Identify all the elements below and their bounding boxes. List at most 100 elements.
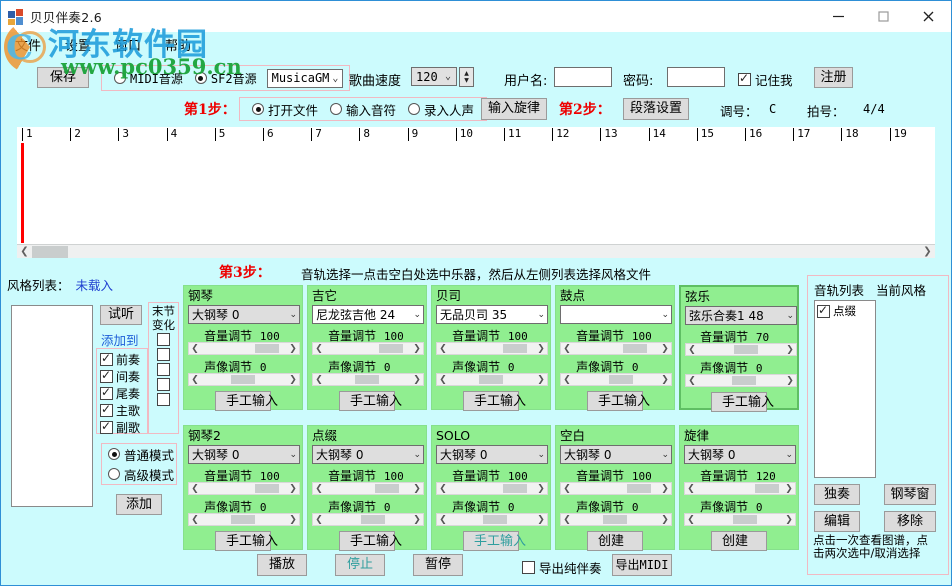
slider-right-icon[interactable]: ❯ <box>535 514 547 525</box>
track-action-button[interactable]: 手工输入 <box>339 531 395 551</box>
pan-slider[interactable]: ❮❯ <box>560 373 672 386</box>
slider-right-icon[interactable]: ❯ <box>659 343 671 354</box>
slider-right-icon[interactable]: ❯ <box>287 374 299 385</box>
volume-slider[interactable]: ❮❯ <box>560 482 672 495</box>
slider-left-icon[interactable]: ❮ <box>686 375 698 386</box>
volume-slider[interactable]: ❮❯ <box>436 342 548 355</box>
piano-window-button[interactable]: 钢琴窗 <box>884 484 936 505</box>
slider-left-icon[interactable]: ❮ <box>561 514 573 525</box>
menu-item-help[interactable]: 帮助 <box>155 33 201 56</box>
pan-slider-thumb[interactable] <box>603 515 627 524</box>
pan-slider-thumb[interactable] <box>609 375 633 384</box>
pan-slider-thumb[interactable] <box>361 515 385 524</box>
remember-me-checkbox[interactable]: 记住我 <box>738 70 793 89</box>
track-action-button[interactable]: 手工输入 <box>463 391 519 411</box>
volume-slider-thumb[interactable] <box>255 484 279 493</box>
instrument-select[interactable]: 弦乐合奏1 48⌄ <box>685 306 797 325</box>
instrument-panel[interactable]: 空白大钢琴 0⌄音量调节 100❮❯声像调节 0❮❯创建 <box>555 425 675 550</box>
instrument-select[interactable]: 大钢琴 0⌄ <box>188 305 300 324</box>
scroll-left-icon[interactable]: ❮ <box>17 245 32 259</box>
slider-left-icon[interactable]: ❮ <box>685 514 697 525</box>
instrument-panel[interactable]: 鼓点⌄音量调节 100❮❯声像调节 0❮❯手工输入 <box>555 285 675 410</box>
volume-slider[interactable]: ❮❯ <box>685 343 797 356</box>
section-settings-button[interactable]: 段落设置 <box>623 98 689 120</box>
remove-button[interactable]: 移除 <box>884 511 936 532</box>
slider-right-icon[interactable]: ❯ <box>535 483 547 494</box>
volume-slider[interactable]: ❮❯ <box>188 482 300 495</box>
track-canvas[interactable]: 12345678910111213141516171819 <box>17 127 935 249</box>
play-button[interactable]: 播放 <box>257 554 307 576</box>
instrument-panel[interactable]: 点缀大钢琴 0⌄音量调节 100❮❯声像调节 0❮❯手工输入 <box>307 425 427 550</box>
track-action-button[interactable]: 手工输入 <box>215 531 271 551</box>
save-button[interactable]: 保存 <box>37 67 89 88</box>
password-input[interactable] <box>667 67 725 87</box>
volume-slider-thumb[interactable] <box>503 484 527 493</box>
radio-sf2-source[interactable]: SF2音源 <box>195 70 257 87</box>
volume-slider[interactable]: ❮❯ <box>436 482 548 495</box>
last-bar-checkbox-5[interactable] <box>157 393 170 406</box>
volume-slider[interactable]: ❮❯ <box>188 342 300 355</box>
slider-left-icon[interactable]: ❮ <box>313 343 325 354</box>
track-action-button[interactable]: 创建 <box>711 531 767 551</box>
volume-slider-thumb[interactable] <box>379 344 403 353</box>
pan-slider[interactable]: ❮❯ <box>560 513 672 526</box>
style-file-listbox[interactable] <box>11 305 93 507</box>
export-pure-accompaniment-checkbox[interactable]: 导出纯伴奏 <box>522 558 602 577</box>
add-to-target-checkbox[interactable]: 主歌 <box>100 402 144 419</box>
export-midi-button[interactable]: 导出MIDI <box>612 554 672 576</box>
pan-slider[interactable]: ❮❯ <box>685 374 797 387</box>
volume-slider[interactable]: ❮❯ <box>560 342 672 355</box>
volume-slider-thumb[interactable] <box>623 344 647 353</box>
register-button[interactable]: 注册 <box>814 67 853 88</box>
pause-button[interactable]: 暂停 <box>413 554 463 576</box>
last-bar-checkbox-4[interactable] <box>157 378 170 391</box>
slider-right-icon[interactable]: ❯ <box>659 483 671 494</box>
scrollbar-thumb[interactable] <box>32 246 68 258</box>
pan-slider-thumb[interactable] <box>231 515 255 524</box>
slider-right-icon[interactable]: ❯ <box>411 343 423 354</box>
close-button[interactable] <box>906 1 951 32</box>
volume-slider-thumb[interactable] <box>627 484 651 493</box>
pan-slider[interactable]: ❮❯ <box>436 373 548 386</box>
slider-left-icon[interactable]: ❮ <box>437 343 449 354</box>
slider-right-icon[interactable]: ❯ <box>535 374 547 385</box>
instrument-select[interactable]: 大钢琴 0⌄ <box>312 445 424 464</box>
track-action-button[interactable]: 手工输入 <box>587 391 643 411</box>
instrument-panel[interactable]: 弦乐弦乐合奏1 48⌄音量调节 70❮❯声像调节 0❮❯手工输入 <box>679 285 799 410</box>
add-to-target-checkbox[interactable]: 副歌 <box>100 419 144 436</box>
track-action-button[interactable]: 手工输入 <box>463 531 519 551</box>
tempo-spinner[interactable]: ▲ ▼ <box>459 67 474 87</box>
pan-slider[interactable]: ❮❯ <box>188 373 300 386</box>
slider-left-icon[interactable]: ❮ <box>437 374 449 385</box>
volume-slider[interactable]: ❮❯ <box>312 342 424 355</box>
track-horizontal-scrollbar[interactable]: ❮ ❯ <box>17 244 935 258</box>
slider-right-icon[interactable]: ❯ <box>287 514 299 525</box>
slider-right-icon[interactable]: ❯ <box>784 344 796 355</box>
slider-left-icon[interactable]: ❮ <box>189 483 201 494</box>
maximize-button[interactable] <box>861 1 906 32</box>
audition-button[interactable]: 试听 <box>100 305 142 325</box>
solo-button[interactable]: 独奏 <box>814 484 860 505</box>
instrument-panel[interactable]: SOLO大钢琴 0⌄音量调节 100❮❯声像调节 0❮❯手工输入 <box>431 425 551 550</box>
stop-button[interactable]: 停止 <box>335 554 385 576</box>
username-input[interactable] <box>554 67 612 87</box>
last-bar-checkbox-3[interactable] <box>157 363 170 376</box>
slider-right-icon[interactable]: ❯ <box>784 375 796 386</box>
slider-left-icon[interactable]: ❮ <box>685 483 697 494</box>
radio-normal-mode[interactable]: 普通模式 <box>108 445 170 464</box>
volume-slider-thumb[interactable] <box>503 344 527 353</box>
input-melody-button[interactable]: 输入旋律 <box>481 98 547 120</box>
volume-slider[interactable]: ❮❯ <box>312 482 424 495</box>
slider-right-icon[interactable]: ❯ <box>659 374 671 385</box>
slider-left-icon[interactable]: ❮ <box>189 343 201 354</box>
pan-slider[interactable]: ❮❯ <box>188 513 300 526</box>
slider-left-icon[interactable]: ❮ <box>189 374 201 385</box>
edit-button[interactable]: 编辑 <box>814 511 860 532</box>
instrument-select[interactable]: 大钢琴 0⌄ <box>560 445 672 464</box>
tempo-select[interactable]: 120 ⌄ <box>411 67 457 86</box>
pan-slider[interactable]: ❮❯ <box>312 373 424 386</box>
slider-right-icon[interactable]: ❯ <box>783 514 795 525</box>
pan-slider-thumb[interactable] <box>733 515 757 524</box>
instrument-panel[interactable]: 钢琴大钢琴 0⌄音量调节 100❮❯声像调节 0❮❯手工输入 <box>183 285 303 410</box>
instrument-select[interactable]: 大钢琴 0⌄ <box>188 445 300 464</box>
